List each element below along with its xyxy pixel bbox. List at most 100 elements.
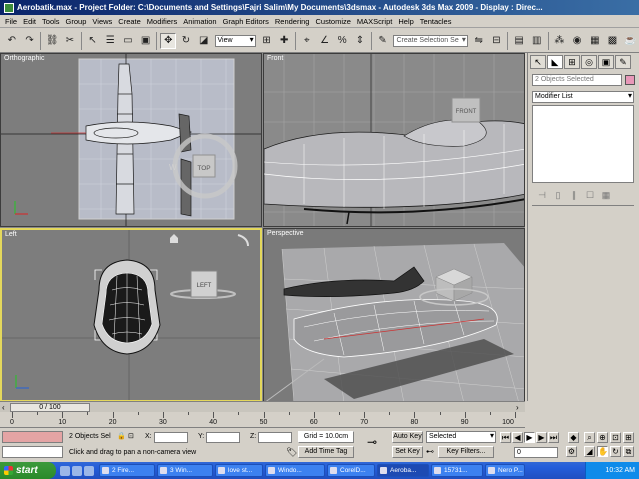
- modify-tab-icon[interactable]: ◣: [547, 55, 563, 69]
- key-filters-button[interactable]: Key Filters...: [438, 446, 494, 458]
- manipulate-icon[interactable]: ✚: [276, 33, 292, 49]
- taskbar-item[interactable]: Nero P...: [485, 464, 525, 477]
- schematic-view-icon[interactable]: ⁂: [552, 33, 568, 49]
- zoom-all-icon[interactable]: ⊕: [597, 432, 608, 443]
- go-to-end-icon[interactable]: ⏭: [548, 432, 559, 443]
- pin-stack-icon[interactable]: ⊣: [536, 189, 548, 201]
- orbit-icon[interactable]: ↻: [610, 446, 621, 457]
- field-of-view-icon[interactable]: ◢: [584, 446, 595, 457]
- make-unique-icon[interactable]: ∥: [568, 189, 580, 201]
- spinner-snap-icon[interactable]: ⇕: [352, 33, 368, 49]
- left-viewcube[interactable]: LEFT: [170, 270, 236, 299]
- track-bar[interactable]: 0 10 20 30 40 50 60 70 80 90 100: [0, 412, 525, 428]
- zoom-extents-icon[interactable]: ⊡: [610, 432, 621, 443]
- viewport-front[interactable]: Front FRONT: [263, 53, 525, 227]
- redo-icon[interactable]: ↷: [22, 33, 38, 49]
- taskbar-item[interactable]: CorelD...: [327, 464, 375, 477]
- absolute-mode-icon[interactable]: ⊡: [128, 432, 134, 440]
- menu-animation[interactable]: Animation: [180, 17, 219, 26]
- motion-tab-icon[interactable]: ◎: [581, 55, 597, 69]
- menu-graph-editors[interactable]: Graph Editors: [220, 17, 272, 26]
- object-color-swatch[interactable]: [625, 75, 635, 85]
- taskbar-item[interactable]: Windo...: [265, 464, 325, 477]
- percent-snap-icon[interactable]: %: [334, 33, 350, 49]
- quick-launch-icon[interactable]: [84, 465, 94, 476]
- undo-icon[interactable]: ↶: [4, 33, 20, 49]
- rectangular-selection-icon[interactable]: ▭: [120, 33, 136, 49]
- menu-group[interactable]: Group: [63, 17, 90, 26]
- unlink-icon[interactable]: ✂: [62, 33, 78, 49]
- key-mode-select[interactable]: Selected: [426, 431, 496, 443]
- home-icon[interactable]: [170, 234, 178, 243]
- viewport-orthographic[interactable]: Orthographic TOP W: [0, 53, 262, 227]
- window-crossing-icon[interactable]: ▣: [138, 33, 154, 49]
- viewport-label[interactable]: Front: [267, 55, 283, 62]
- pivot-center-icon[interactable]: ⊞: [259, 33, 275, 49]
- menu-maxscript[interactable]: MAXScript: [354, 17, 395, 26]
- curve-editor-icon[interactable]: ▥: [529, 33, 545, 49]
- pan-view-icon[interactable]: ✋: [597, 446, 608, 457]
- menu-create[interactable]: Create: [115, 17, 144, 26]
- auto-key-button[interactable]: Auto Key: [392, 431, 423, 443]
- named-selection-set-input[interactable]: Create Selection Se: [393, 34, 468, 47]
- display-tab-icon[interactable]: ▣: [598, 55, 614, 69]
- viewport-left[interactable]: Left LEFT: [0, 228, 262, 402]
- render-setup-icon[interactable]: ▦: [587, 33, 603, 49]
- taskbar-item[interactable]: 2 Fire...: [99, 464, 155, 477]
- menu-customize[interactable]: Customize: [312, 17, 353, 26]
- edit-named-selection-icon[interactable]: ✎: [375, 33, 391, 49]
- go-to-start-icon[interactable]: ⏮: [500, 432, 511, 443]
- material-editor-icon[interactable]: ◉: [569, 33, 585, 49]
- selection-name-field[interactable]: 2 Objects Selected: [532, 74, 635, 86]
- modifier-list-dropdown[interactable]: Modifier List: [532, 91, 634, 103]
- quick-render-icon[interactable]: ☕: [622, 33, 638, 49]
- remove-modifier-icon[interactable]: ☐: [584, 189, 596, 201]
- align-icon[interactable]: ⊟: [489, 33, 505, 49]
- select-object-icon[interactable]: ↖: [85, 33, 101, 49]
- quick-launch-icon[interactable]: [60, 465, 70, 476]
- menu-views[interactable]: Views: [89, 17, 115, 26]
- menu-modifiers[interactable]: Modifiers: [144, 17, 180, 26]
- modifier-stack[interactable]: [532, 105, 634, 183]
- previous-key-icon[interactable]: ◀: [512, 432, 523, 443]
- show-end-result-icon[interactable]: ▯: [552, 189, 564, 201]
- select-scale-icon[interactable]: ◪: [196, 33, 212, 49]
- snap-toggle-icon[interactable]: ⌖: [299, 33, 315, 49]
- taskbar-item[interactable]: 3 Win...: [157, 464, 213, 477]
- viewport-label[interactable]: Perspective: [267, 230, 304, 237]
- next-frame-icon[interactable]: ›: [516, 403, 519, 412]
- select-move-icon[interactable]: ✥: [160, 32, 177, 49]
- menu-tools[interactable]: Tools: [39, 17, 63, 26]
- zoom-extents-all-icon[interactable]: ⊞: [623, 432, 634, 443]
- maxscript-input-mini[interactable]: [2, 446, 63, 458]
- add-time-tag-button[interactable]: Add Time Tag: [298, 446, 354, 458]
- set-key-icon[interactable]: ⊷: [426, 447, 434, 456]
- next-key-icon[interactable]: ▶: [536, 432, 547, 443]
- create-tab-icon[interactable]: ↖: [530, 55, 546, 69]
- y-coord-field[interactable]: [206, 432, 240, 443]
- time-slider[interactable]: 0 / 100: [10, 403, 90, 412]
- lock-selection-icon[interactable]: 🔒: [117, 432, 126, 440]
- reference-coordinate-select[interactable]: View: [214, 34, 256, 47]
- select-by-name-icon[interactable]: ☰: [102, 33, 118, 49]
- layer-manager-icon[interactable]: ▤: [511, 33, 527, 49]
- prev-frame-icon[interactable]: ‹: [2, 403, 5, 412]
- taskbar-item-active[interactable]: Aeroba...: [377, 464, 429, 477]
- tray-clock[interactable]: 10:32 AM: [605, 467, 635, 474]
- play-icon[interactable]: ▶: [524, 432, 535, 443]
- viewport-label[interactable]: Left: [5, 231, 17, 238]
- z-coord-field[interactable]: [258, 432, 292, 443]
- select-link-icon[interactable]: ⛓: [44, 33, 60, 49]
- viewcube-face[interactable]: FRONT: [456, 109, 477, 115]
- zoom-icon[interactable]: ⌕: [584, 432, 595, 443]
- menu-edit[interactable]: Edit: [20, 17, 39, 26]
- set-key-button[interactable]: Set Key: [392, 446, 423, 458]
- taskbar-item[interactable]: 15731...: [431, 464, 483, 477]
- maximize-viewport-icon[interactable]: ⧉: [623, 446, 634, 457]
- render-frame-icon[interactable]: ▩: [605, 33, 621, 49]
- viewport-label[interactable]: Orthographic: [4, 55, 44, 62]
- menu-tentacles[interactable]: Tentacles: [417, 17, 455, 26]
- key-mode-toggle-icon[interactable]: ◆: [568, 432, 579, 443]
- taskbar-item[interactable]: love st...: [215, 464, 263, 477]
- quick-launch-icon[interactable]: [72, 465, 82, 476]
